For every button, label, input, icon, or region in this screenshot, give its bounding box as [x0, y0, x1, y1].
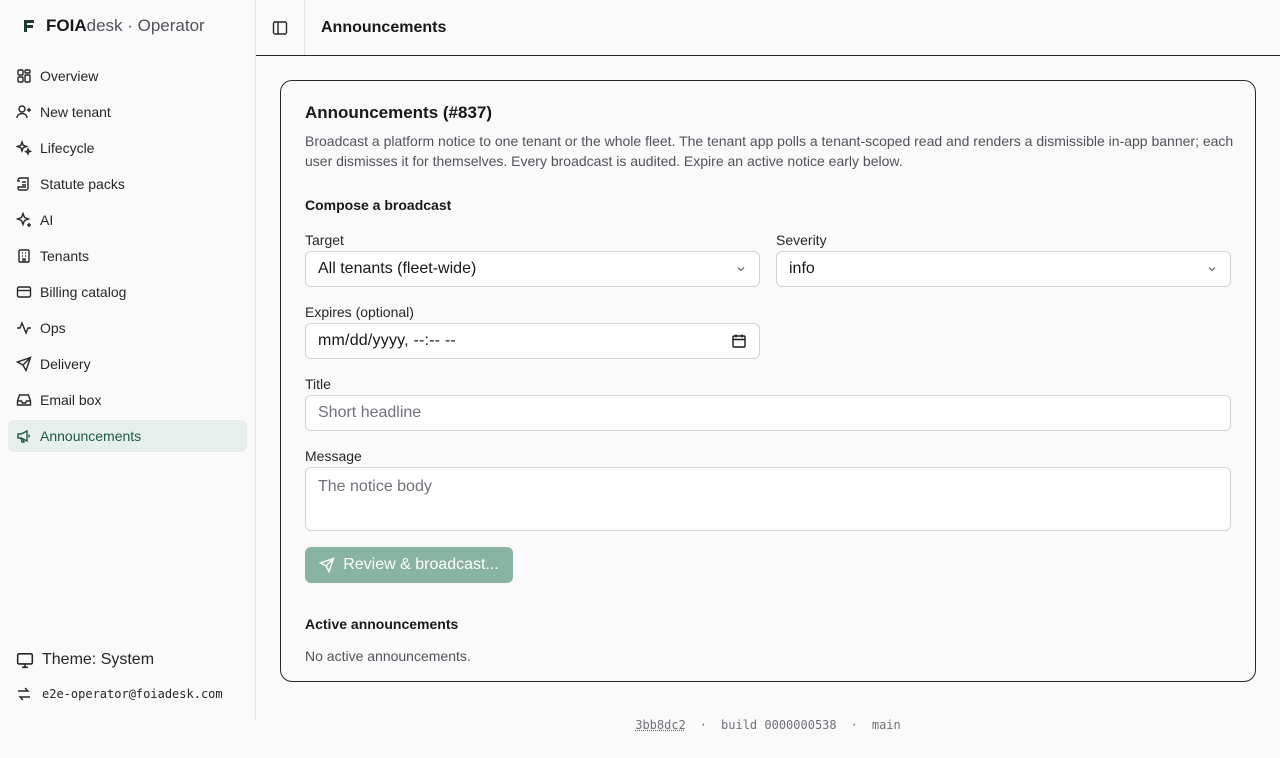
- sidebar-item-label: Tenants: [40, 248, 90, 264]
- sidebar-item-email-box[interactable]: Email box: [8, 384, 247, 416]
- user-plus-icon: [16, 105, 31, 119]
- grid-icon: [17, 69, 31, 83]
- severity-label: Severity: [776, 232, 827, 248]
- building-icon: [18, 249, 30, 263]
- sidebar-item-label: Statute packs: [40, 176, 125, 192]
- topbar: Announcements: [256, 0, 1280, 56]
- review-broadcast-button[interactable]: Review & broadcast...: [305, 547, 513, 583]
- chevron-down-icon: [1208, 267, 1216, 272]
- megaphone-icon: [17, 429, 30, 443]
- sidebar-item-statute-packs[interactable]: Statute packs: [8, 168, 247, 200]
- sidebar-item-label: Email box: [40, 392, 102, 408]
- expires-datetime-input[interactable]: mm/dd/yyyy, --:-- --: [305, 323, 760, 359]
- target-severity-row: Target All tenants (fleet-wide) Severity…: [305, 230, 1231, 287]
- message-textarea[interactable]: The notice body: [305, 467, 1231, 531]
- card-title: Announcements (#837): [305, 103, 493, 122]
- sidebar-item-new-tenant[interactable]: New tenant: [8, 96, 247, 128]
- review-broadcast-label: Review & broadcast...: [343, 556, 499, 573]
- scroll-icon: [17, 177, 29, 191]
- sidebar-item-label: Ops: [40, 320, 66, 336]
- brand[interactable]: FOIA desk · Operator: [20, 14, 205, 38]
- sidebar-item-tenants[interactable]: Tenants: [8, 240, 247, 272]
- switch-user-icon: [18, 687, 30, 701]
- sidebar-item-label: Overview: [40, 68, 99, 84]
- sidebar-item-label: Billing catalog: [40, 284, 127, 300]
- severity-value: info: [789, 260, 815, 277]
- sidebar: FOIA desk · Operator Overview New tenant…: [0, 0, 256, 720]
- title-label: Title: [305, 376, 331, 392]
- sidebar-item-label: Delivery: [40, 356, 91, 372]
- sidebar-toggle-button[interactable]: [256, 0, 305, 55]
- expires-value: mm/dd/yyyy, --:-- --: [318, 332, 456, 349]
- send-icon: [319, 557, 335, 573]
- target-value: All tenants (fleet-wide): [318, 260, 477, 277]
- sidebar-item-label: Lifecycle: [40, 140, 95, 156]
- build-number: build 0000000538: [721, 718, 837, 732]
- sidebar-item-overview[interactable]: Overview: [8, 60, 247, 92]
- brand-name: FOIA: [46, 16, 87, 35]
- activity-icon: [17, 321, 31, 335]
- sidebar-item-label: AI: [40, 212, 54, 228]
- sidebar-item-ops[interactable]: Ops: [8, 312, 247, 344]
- severity-field: Severity info: [776, 230, 1231, 287]
- sidebar-item-label: Announcements: [40, 428, 142, 444]
- inbox-icon: [16, 394, 32, 406]
- calendar-icon[interactable]: [731, 333, 747, 349]
- footer-separator: ·: [850, 718, 858, 732]
- title-input[interactable]: Short headline: [305, 395, 1231, 431]
- credit-card-icon: [16, 286, 32, 298]
- severity-select[interactable]: info: [776, 251, 1231, 287]
- compose-section-title: Compose a broadcast: [305, 197, 452, 213]
- sidebar-item-delivery[interactable]: Delivery: [8, 348, 247, 380]
- message-field: Message The notice body: [305, 446, 1231, 531]
- sidebar-footer: Theme: System e2e-operator@foiadesk.com: [16, 648, 246, 704]
- title-field: Title Short headline: [305, 374, 1231, 431]
- active-section-title: Active announcements: [305, 616, 459, 632]
- user-account[interactable]: e2e-operator@foiadesk.com: [16, 684, 246, 704]
- card-description: Broadcast a platform notice to one tenan…: [305, 133, 1234, 169]
- sidebar-item-announcements[interactable]: Announcements: [8, 420, 247, 452]
- branch-name: main: [871, 718, 901, 732]
- brand-subtitle: desk · Operator: [86, 16, 205, 35]
- build-footer: 3bb8dc2 · build 0000000538 · main: [256, 718, 1280, 732]
- active-empty-text: No active announcements.: [305, 648, 471, 664]
- target-select[interactable]: All tenants (fleet-wide): [305, 251, 760, 287]
- expires-field: Expires (optional) mm/dd/yyyy, --:-- --: [305, 302, 760, 359]
- sparkle-icon: [16, 212, 31, 227]
- expires-label: Expires (optional): [305, 304, 414, 320]
- sidebar-nav: Overview New tenant Lifecycle Statute pa…: [8, 60, 247, 456]
- footer-separator: ·: [699, 718, 708, 732]
- title-placeholder: Short headline: [318, 404, 422, 421]
- target-field: Target All tenants (fleet-wide): [305, 230, 760, 287]
- sidebar-item-billing-catalog[interactable]: Billing catalog: [8, 276, 247, 308]
- target-label: Target: [305, 232, 344, 248]
- sidebar-item-ai[interactable]: AI: [8, 204, 247, 236]
- theme-label: Theme: System: [42, 651, 155, 668]
- commit-hash[interactable]: 3bb8dc2: [635, 718, 686, 732]
- monitor-icon: [16, 653, 34, 669]
- announcements-card: Announcements (#837) Broadcast a platfor…: [280, 80, 1256, 682]
- sparkles-icon: [16, 140, 32, 156]
- foia-logo-icon: [20, 17, 38, 35]
- sidebar-item-label: New tenant: [40, 104, 111, 120]
- theme-toggle[interactable]: Theme: System: [16, 648, 246, 672]
- send-icon: [16, 356, 32, 372]
- message-placeholder: The notice body: [318, 478, 432, 495]
- message-label: Message: [305, 448, 362, 464]
- chevron-down-icon: [737, 267, 745, 272]
- panel-left-icon: [272, 20, 288, 35]
- sidebar-item-lifecycle[interactable]: Lifecycle: [8, 132, 247, 164]
- page-title: Announcements: [321, 18, 447, 36]
- user-email: e2e-operator@foiadesk.com: [42, 687, 223, 701]
